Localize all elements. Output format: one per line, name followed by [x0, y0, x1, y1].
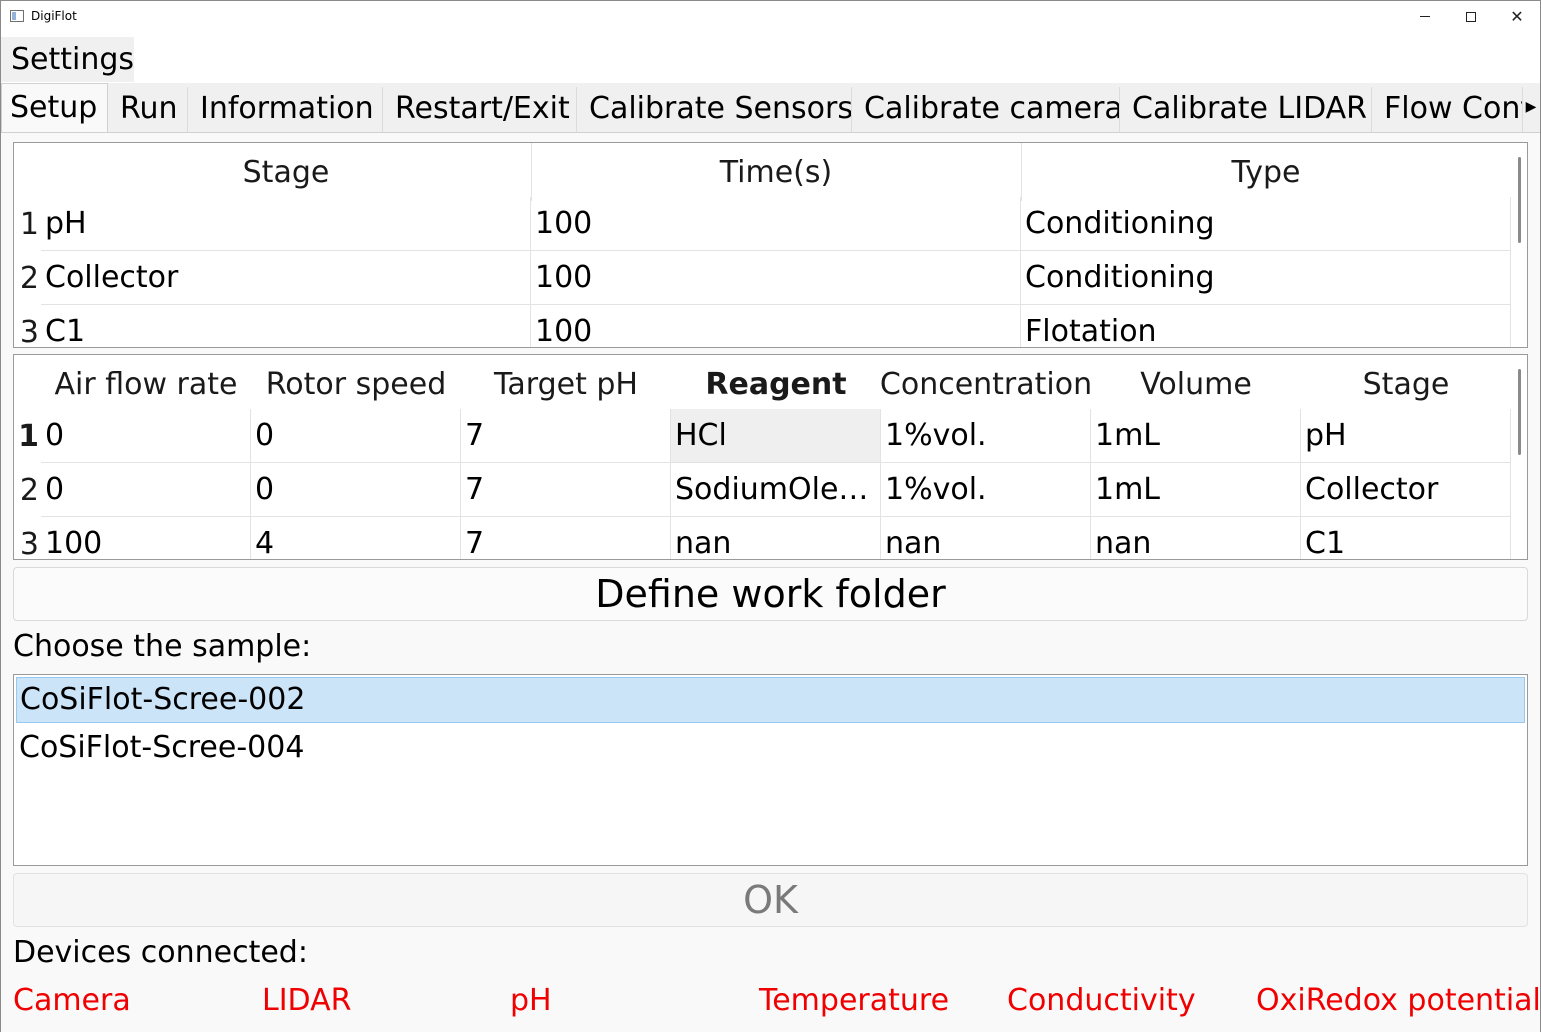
column-header-reagent[interactable]: Reagent: [671, 355, 881, 413]
menu-settings[interactable]: Settings: [1, 37, 134, 82]
setup-panel: Stage Time(s) Type 1 pH 100 Conditioning…: [1, 132, 1541, 1032]
table-cell[interactable]: Flotation: [1021, 305, 1511, 347]
table-cell[interactable]: nan: [1091, 517, 1301, 559]
tab-run[interactable]: Run: [112, 87, 188, 133]
minimize-button[interactable]: [1402, 1, 1448, 32]
tab-calibrate-sensors[interactable]: Calibrate Sensors: [581, 87, 852, 133]
table-cell[interactable]: SodiumOlea…: [671, 463, 881, 517]
column-header-time[interactable]: Time(s): [531, 143, 1021, 201]
sample-list-item[interactable]: CoSiFlot-Scree-004: [16, 725, 1525, 771]
table-cell[interactable]: Collector: [41, 251, 531, 305]
choose-sample-label: Choose the sample:: [13, 629, 312, 664]
table-cell[interactable]: 7: [461, 517, 671, 559]
define-work-folder-button[interactable]: Define work folder: [13, 567, 1528, 621]
device-status-ph: pH: [510, 983, 552, 1018]
stages-table-scrollbar[interactable]: [1518, 157, 1521, 243]
table-cell[interactable]: pH: [1301, 409, 1511, 463]
table-cell[interactable]: 0: [41, 463, 251, 517]
close-button[interactable]: ✕: [1494, 1, 1540, 32]
ok-button[interactable]: OK: [13, 873, 1528, 927]
tab-information[interactable]: Information: [192, 87, 383, 133]
table-cell[interactable]: 7: [461, 409, 671, 463]
table-cell[interactable]: 0: [251, 409, 461, 463]
table-cell[interactable]: Conditioning: [1021, 197, 1511, 251]
table-cell[interactable]: 0: [41, 409, 251, 463]
column-header-concentration[interactable]: Concentration: [880, 355, 1092, 413]
table-cell[interactable]: 100: [531, 197, 1021, 251]
tab-restart-exit[interactable]: Restart/Exit: [387, 87, 577, 133]
maximize-button[interactable]: [1448, 1, 1494, 32]
sample-list-item[interactable]: CoSiFlot-Scree-002: [16, 677, 1525, 723]
tab-flow-control[interactable]: Flow Cont: [1376, 87, 1523, 133]
row-header[interactable]: 2: [14, 251, 41, 305]
table-cell[interactable]: 0: [251, 463, 461, 517]
close-icon: ✕: [1510, 7, 1524, 26]
app-icon: [10, 10, 24, 22]
column-header-stage[interactable]: Stage: [1301, 355, 1511, 413]
stages-table: Stage Time(s) Type 1 pH 100 Conditioning…: [13, 142, 1528, 348]
column-header-stage[interactable]: Stage: [41, 143, 531, 201]
table-cell[interactable]: 1mL: [1091, 409, 1301, 463]
column-header-rotor-speed[interactable]: Rotor speed: [251, 355, 461, 413]
device-status-oxiredox: OxiRedox potential: [1256, 983, 1541, 1018]
tab-calibrate-camera[interactable]: Calibrate camera: [856, 87, 1120, 133]
table-cell[interactable]: 100: [531, 251, 1021, 305]
table-cell[interactable]: 4: [251, 517, 461, 559]
device-status-conductivity: Conductivity: [1007, 983, 1196, 1018]
device-status-camera: Camera: [13, 983, 131, 1018]
table-cell[interactable]: C1: [41, 305, 531, 347]
table-cell[interactable]: 100: [531, 305, 1021, 347]
tab-setup[interactable]: Setup: [1, 83, 108, 133]
menu-bar: Settings: [1, 32, 1540, 83]
column-header-target-ph[interactable]: Target pH: [461, 355, 671, 413]
tab-bar: Setup Run Information Restart/Exit Calib…: [1, 83, 1540, 133]
maximize-icon: [1466, 11, 1476, 22]
row-header[interactable]: 1: [14, 409, 41, 463]
sample-list: CoSiFlot-Scree-002 CoSiFlot-Scree-004: [13, 674, 1528, 866]
title-bar: DigiFlot ✕: [1, 1, 1540, 32]
table-cell[interactable]: C1: [1301, 517, 1511, 559]
table-cell[interactable]: 100: [41, 517, 251, 559]
table-cell[interactable]: 7: [461, 463, 671, 517]
tab-scroll-right-icon[interactable]: ▶: [1523, 95, 1539, 119]
minimize-icon: [1420, 16, 1430, 17]
table-cell[interactable]: Conditioning: [1021, 251, 1511, 305]
row-header[interactable]: 2: [14, 463, 41, 517]
column-header-air-flow-rate[interactable]: Air flow rate: [41, 355, 251, 413]
table-cell[interactable]: 1%vol.: [881, 463, 1091, 517]
devices-connected-label: Devices connected:: [13, 935, 308, 970]
device-status-lidar: LIDAR: [262, 983, 352, 1018]
row-header[interactable]: 3: [14, 517, 41, 560]
table-cell[interactable]: 1%vol.: [881, 409, 1091, 463]
column-header-volume[interactable]: Volume: [1091, 355, 1301, 413]
main-window: DigiFlot ✕ Settings Setup Run Informatio…: [0, 0, 1541, 1032]
table-cell[interactable]: nan: [671, 517, 881, 559]
table-cell[interactable]: pH: [41, 197, 531, 251]
table-cell-selected[interactable]: HCl: [671, 409, 881, 463]
column-header-type[interactable]: Type: [1021, 143, 1511, 201]
table-cell[interactable]: nan: [881, 517, 1091, 559]
row-header[interactable]: 1: [14, 197, 41, 251]
table-cell[interactable]: 1mL: [1091, 463, 1301, 517]
tab-calibrate-lidar[interactable]: Calibrate LIDAR: [1124, 87, 1372, 133]
device-status-temperature: Temperature: [759, 983, 950, 1018]
parameters-table: Air flow rate Rotor speed Target pH Reag…: [13, 354, 1528, 560]
window-title: DigiFlot: [31, 9, 77, 23]
parameters-table-scrollbar[interactable]: [1518, 369, 1521, 455]
row-header[interactable]: 3: [14, 305, 41, 348]
table-cell[interactable]: Collector: [1301, 463, 1511, 517]
